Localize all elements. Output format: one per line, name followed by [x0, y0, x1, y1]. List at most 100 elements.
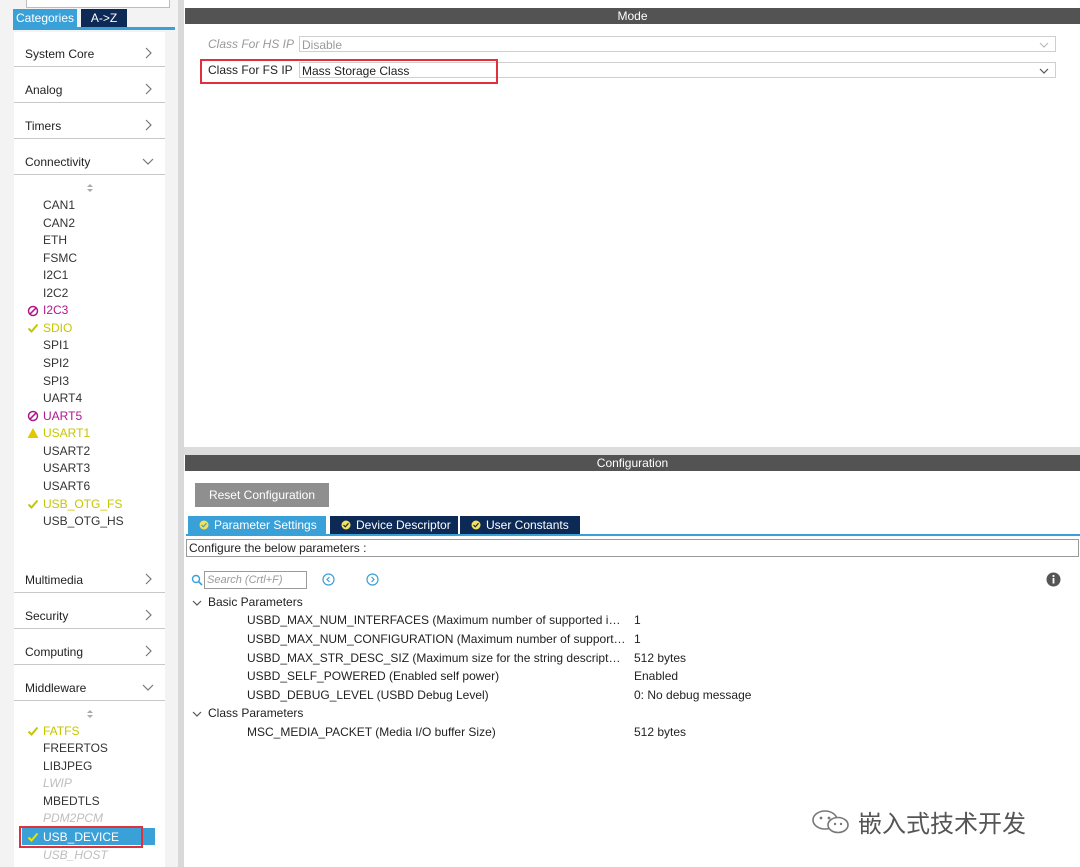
- tab-device-descriptor[interactable]: Device Descriptor: [330, 516, 458, 534]
- category-label: System Core: [25, 47, 95, 61]
- list-item-libjpeg[interactable]: LIBJPEG: [43, 759, 92, 773]
- sidebar-scrollbar[interactable]: [178, 0, 184, 867]
- param-name[interactable]: USBD_MAX_NUM_CONFIGURATION (Maximum numb…: [247, 632, 627, 646]
- group-basic-parameters[interactable]: Basic Parameters: [208, 595, 303, 609]
- list-item-fatfs[interactable]: FATFS: [43, 724, 79, 738]
- check-circle-icon: [199, 520, 209, 530]
- tab-parameter-settings[interactable]: Parameter Settings: [188, 516, 326, 534]
- category-security[interactable]: Security: [14, 592, 165, 629]
- list-item-i2c3[interactable]: I2C3: [43, 303, 68, 317]
- info-icon[interactable]: [1046, 572, 1061, 587]
- list-item-usart6[interactable]: USART6: [43, 479, 90, 493]
- tab-user-constants[interactable]: User Constants: [460, 516, 580, 534]
- list-item-fsmc[interactable]: FSMC: [43, 251, 77, 265]
- chevron-down-icon: [1039, 42, 1049, 48]
- category-analog[interactable]: Analog: [14, 66, 165, 103]
- tab-label: Device Descriptor: [356, 518, 451, 532]
- param-value[interactable]: 0: No debug message: [634, 688, 751, 702]
- list-item-eth[interactable]: ETH: [43, 233, 67, 247]
- next-icon[interactable]: [366, 573, 379, 586]
- param-value[interactable]: 512 bytes: [634, 725, 686, 739]
- param-name[interactable]: USBD_DEBUG_LEVEL (USBD Debug Level): [247, 688, 627, 702]
- category-label: Computing: [25, 645, 84, 659]
- chevron-right-icon: [145, 645, 152, 657]
- check-icon: [27, 499, 39, 509]
- search-icon: [191, 574, 203, 586]
- watermark-text: 嵌入式技术开发: [858, 811, 1026, 838]
- hs-class-value: Disable: [302, 38, 343, 52]
- warning-icon: [27, 428, 39, 438]
- param-name[interactable]: USBD_SELF_POWERED (Enabled self power): [247, 669, 627, 683]
- configuration-header: Configuration: [185, 455, 1080, 471]
- category-middleware[interactable]: Middleware: [14, 664, 165, 701]
- list-item-pdm2pcm[interactable]: PDM2PCM: [43, 811, 103, 825]
- list-item-spi2[interactable]: SPI2: [43, 356, 69, 370]
- chevron-right-icon: [145, 573, 152, 585]
- highlight-box-usb-device: [19, 826, 143, 848]
- list-item-usb-otg-hs[interactable]: USB_OTG_HS: [43, 514, 124, 528]
- configure-instructions: Configure the below parameters :: [186, 539, 1079, 557]
- list-item-usart2[interactable]: USART2: [43, 444, 90, 458]
- list-item-usart3[interactable]: USART3: [43, 461, 90, 475]
- list-item-i2c2[interactable]: I2C2: [43, 286, 68, 300]
- hs-class-label: Class For HS IP: [208, 37, 295, 51]
- category-label: Middleware: [25, 681, 87, 695]
- tab-a-z[interactable]: A->Z: [81, 9, 127, 27]
- check-circle-icon: [471, 520, 481, 530]
- tab-label: User Constants: [486, 518, 569, 532]
- list-item-i2c1[interactable]: I2C1: [43, 268, 68, 282]
- sidebar-search-box[interactable]: [26, 0, 170, 8]
- category-timers[interactable]: Timers: [14, 102, 165, 139]
- list-item-usb-host[interactable]: USB_HOST: [43, 848, 108, 862]
- chevron-down-icon: [142, 684, 154, 691]
- param-name[interactable]: MSC_MEDIA_PACKET (Media I/O buffer Size): [247, 725, 627, 739]
- list-item-uart4[interactable]: UART4: [43, 391, 82, 405]
- category-label: Analog: [25, 83, 63, 97]
- category-label: Security: [25, 609, 69, 623]
- param-value[interactable]: 1: [634, 613, 641, 627]
- panel-divider[interactable]: [184, 447, 1080, 455]
- sort-icon[interactable]: [85, 183, 95, 193]
- list-item-uart5[interactable]: UART5: [43, 409, 82, 423]
- list-item-lwip[interactable]: LWIP: [43, 776, 72, 790]
- category-connectivity[interactable]: Connectivity: [14, 138, 165, 175]
- sidebar: Categories A->Z System Core Analog Timer…: [0, 0, 178, 867]
- list-item-usb-otg-fs[interactable]: USB_OTG_FS: [43, 497, 122, 511]
- category-computing[interactable]: Computing: [14, 628, 165, 665]
- category-multimedia[interactable]: Multimedia: [14, 556, 165, 593]
- reset-configuration-button[interactable]: Reset Configuration: [195, 483, 329, 507]
- check-icon: [27, 323, 39, 333]
- list-item-sdio[interactable]: SDIO: [43, 321, 72, 335]
- tab-label: Parameter Settings: [214, 518, 317, 532]
- list-item-mbedtls[interactable]: MBEDTLS: [43, 794, 100, 808]
- chevron-down-icon[interactable]: [192, 598, 202, 608]
- previous-icon[interactable]: [322, 573, 335, 586]
- chevron-right-icon: [145, 83, 152, 95]
- param-value[interactable]: 512 bytes: [634, 651, 686, 665]
- sort-icon[interactable]: [85, 709, 95, 719]
- hs-class-select[interactable]: Disable: [299, 36, 1056, 52]
- category-label: Connectivity: [25, 155, 91, 169]
- chevron-right-icon: [145, 609, 152, 621]
- chevron-down-icon: [1039, 68, 1049, 74]
- conflict-icon: [27, 305, 39, 317]
- param-name[interactable]: USBD_MAX_STR_DESC_SIZ (Maximum size for …: [247, 651, 627, 665]
- param-value[interactable]: Enabled: [634, 669, 678, 683]
- list-item-spi3[interactable]: SPI3: [43, 374, 69, 388]
- category-label: Timers: [25, 119, 62, 133]
- category-system-core[interactable]: System Core: [14, 30, 165, 67]
- list-item-spi1[interactable]: SPI1: [43, 338, 69, 352]
- list-item-freertos[interactable]: FREERTOS: [43, 741, 108, 755]
- group-class-parameters[interactable]: Class Parameters: [208, 706, 303, 720]
- chevron-down-icon: [142, 158, 154, 165]
- list-item-can2[interactable]: CAN2: [43, 216, 75, 230]
- mode-header: Mode: [185, 8, 1080, 24]
- param-name[interactable]: USBD_MAX_NUM_INTERFACES (Maximum number …: [247, 613, 627, 627]
- chevron-down-icon[interactable]: [192, 709, 202, 719]
- list-item-usart1[interactable]: USART1: [43, 426, 90, 440]
- param-value[interactable]: 1: [634, 632, 641, 646]
- search-input[interactable]: Search (Crtl+F): [204, 571, 307, 589]
- tab-categories[interactable]: Categories: [13, 9, 77, 27]
- list-item-can1[interactable]: CAN1: [43, 198, 75, 212]
- category-label: Multimedia: [25, 573, 84, 587]
